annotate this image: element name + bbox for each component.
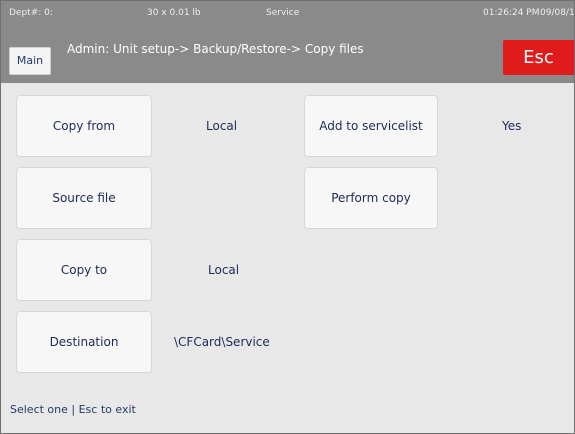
status-bar: Dept#: 0: 30 x 0.01 lb Service 01:26:24 … (1, 1, 575, 25)
copy-to-value: Local (208, 263, 240, 277)
perform-copy-label: Perform copy (331, 191, 411, 205)
copy-from-button[interactable]: Copy from (16, 95, 152, 157)
add-to-servicelist-value: Yes (502, 119, 522, 133)
weight-readout: 30 x 0.01 lb (147, 8, 201, 18)
destination-value: \CFCard\Service (174, 335, 270, 349)
add-to-servicelist-button[interactable]: Add to servicelist (304, 95, 438, 157)
date-readout: 09/08/10 (540, 8, 575, 18)
header: Main Admin: Unit setup-> Backup/Restore-… (1, 25, 574, 83)
add-to-servicelist-label: Add to servicelist (319, 119, 423, 133)
main-button[interactable]: Main (9, 47, 51, 75)
footer-hint: Select one | Esc to exit (10, 403, 136, 416)
source-file-label: Source file (52, 191, 116, 205)
screen: Dept#: 0: 30 x 0.01 lb Service 01:26:24 … (0, 0, 575, 434)
copy-to-button[interactable]: Copy to (16, 239, 152, 301)
copy-from-value: Local (206, 119, 238, 133)
copy-from-label: Copy from (52, 119, 116, 133)
perform-copy-button[interactable]: Perform copy (304, 167, 438, 229)
dept-readout: Dept#: 0: (9, 8, 53, 18)
mode-readout: Service (266, 8, 300, 18)
destination-label: Destination (49, 335, 119, 349)
esc-button[interactable]: Esc (503, 40, 574, 75)
page-title: Admin: Unit setup-> Backup/Restore-> Cop… (67, 42, 364, 56)
destination-button[interactable]: Destination (16, 311, 152, 373)
time-readout: 01:26:24 PM (483, 8, 540, 18)
source-file-button[interactable]: Source file (16, 167, 152, 229)
copy-to-label: Copy to (60, 263, 108, 277)
